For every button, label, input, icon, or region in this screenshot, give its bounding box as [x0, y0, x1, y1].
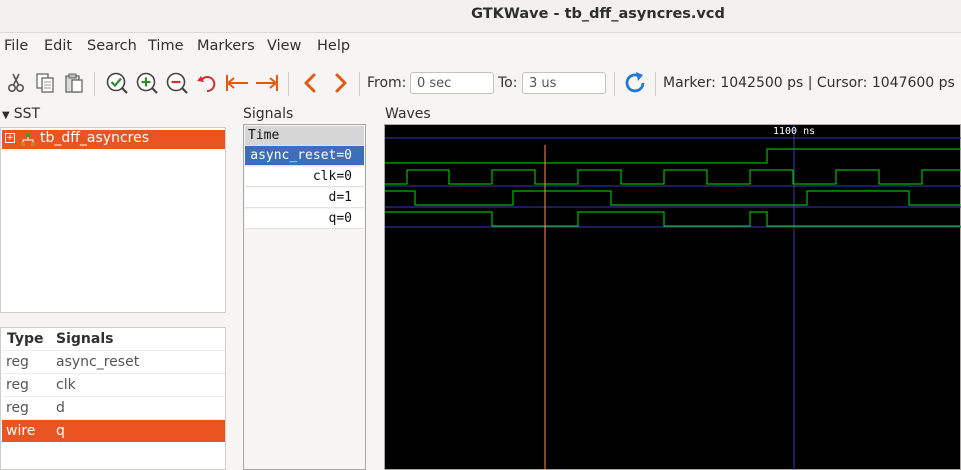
signal-clk[interactable]: clk=0 — [245, 167, 364, 187]
signal-d[interactable]: d=1 — [245, 188, 364, 208]
zoom-out-icon[interactable] — [164, 70, 190, 96]
zoom-fit-icon[interactable] — [104, 70, 130, 96]
menu-file[interactable]: File — [4, 38, 28, 54]
sst-tree-item[interactable]: + tb_dff_asyncres — [2, 130, 225, 149]
sst-tree: + tb_dff_asyncres — [0, 127, 226, 313]
menu-view[interactable]: View — [267, 38, 301, 54]
row-signal: async_reset — [56, 354, 140, 370]
waves-label: Waves — [385, 106, 431, 122]
to-time-input[interactable] — [522, 72, 606, 94]
paste-icon[interactable] — [61, 70, 87, 96]
module-hierarchy-icon — [20, 132, 36, 152]
row-type: reg — [6, 377, 29, 393]
zoom-start-icon[interactable] — [224, 70, 250, 96]
wave-async-reset — [385, 148, 961, 164]
menu-edit[interactable]: Edit — [44, 38, 72, 54]
signals-pane: Time async_reset=0 clk=0 d=1 q=0 — [243, 124, 366, 470]
waves-pane[interactable]: 1100 ns — [384, 124, 961, 470]
toolbar-separator — [288, 72, 289, 96]
zoom-in-icon[interactable] — [134, 70, 160, 96]
to-label: To: — [498, 75, 518, 91]
cut-icon[interactable] — [3, 70, 29, 96]
waveform-canvas[interactable]: 1100 ns — [385, 125, 961, 470]
toolbar-separator — [655, 72, 656, 96]
signal-type-table: Type Signals reg async_reset reg clk reg… — [0, 327, 226, 470]
wave-clk — [385, 169, 961, 185]
toolbar: From: To: Marker: 1042500 ps | Cursor: 1… — [0, 64, 961, 104]
copy-icon[interactable] — [32, 70, 58, 96]
toolbar-separator — [94, 72, 95, 96]
table-row[interactable]: reg d — [2, 396, 225, 419]
wave-q — [385, 211, 961, 227]
row-type: reg — [6, 354, 29, 370]
time-ruler-label: 1100 ns — [773, 126, 815, 137]
menu-bar: File Edit Search Time Markers View Help — [0, 35, 961, 59]
menu-search[interactable]: Search — [87, 38, 137, 54]
signals-label: Signals — [243, 106, 294, 122]
menu-time[interactable]: Time — [148, 38, 184, 54]
toolbar-separator — [359, 72, 360, 96]
table-row-selected[interactable]: wire q — [2, 419, 225, 442]
table-row[interactable]: reg clk — [2, 373, 225, 396]
sst-label-text: SST — [13, 106, 41, 122]
from-label: From: — [367, 75, 407, 91]
undo-icon[interactable] — [194, 70, 220, 96]
row-type: reg — [6, 400, 29, 416]
row-signal: q — [56, 423, 65, 439]
toolbar-separator — [614, 72, 615, 96]
page-left-icon[interactable] — [297, 70, 323, 96]
page-right-icon[interactable] — [328, 70, 354, 96]
signal-async-reset[interactable]: async_reset=0 — [245, 146, 364, 166]
menu-help[interactable]: Help — [317, 38, 350, 54]
expand-arrow-icon[interactable]: ▼ — [2, 110, 10, 121]
sst-tree-item-label: tb_dff_asyncres — [40, 130, 149, 146]
title-bar: GTKWave - tb_dff_asyncres.vcd — [0, 0, 961, 33]
signal-q[interactable]: q=0 — [245, 209, 364, 229]
table-row[interactable]: reg async_reset — [2, 350, 225, 373]
reload-icon[interactable] — [622, 70, 648, 96]
time-header: Time — [245, 126, 364, 146]
gtkwave-window: GTKWave - tb_dff_asyncres.vcd File Edit … — [0, 0, 961, 470]
wave-d — [385, 190, 961, 206]
row-type: wire — [6, 423, 36, 439]
sst-label[interactable]: ▼ SST — [2, 106, 40, 122]
column-header-signals[interactable]: Signals — [56, 331, 113, 347]
column-header-type[interactable]: Type — [7, 331, 44, 347]
zoom-end-icon[interactable] — [254, 70, 280, 96]
from-time-input[interactable] — [410, 72, 494, 94]
window-title: GTKWave - tb_dff_asyncres.vcd — [471, 6, 725, 22]
marker-cursor-readout: Marker: 1042500 ps | Cursor: 1047600 ps — [663, 75, 955, 91]
row-signal: clk — [56, 377, 76, 393]
menu-markers[interactable]: Markers — [197, 38, 255, 54]
row-signal: d — [56, 400, 65, 416]
expander-icon[interactable]: + — [5, 133, 15, 143]
